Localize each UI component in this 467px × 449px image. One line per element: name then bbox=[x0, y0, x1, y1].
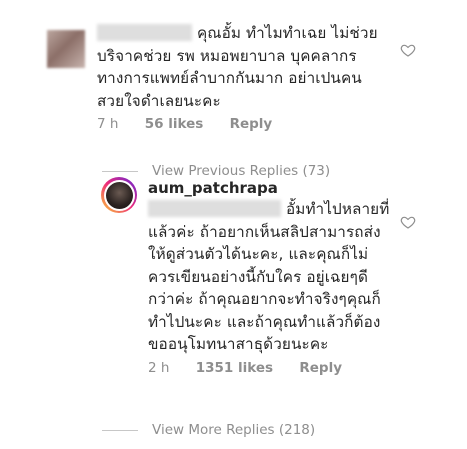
comment-2-line-7: ขออนุโมทนาสาธุด้วยนะคะ bbox=[148, 335, 329, 353]
comment-1-time: 7 h bbox=[97, 116, 119, 132]
comment-1-body: คุณอั้ม ทำไมทำเฉย ไม่ช่วย บริจาคช่วย รพ … bbox=[97, 22, 387, 132]
heart-outline-icon[interactable] bbox=[400, 214, 416, 230]
comment-2-likes[interactable]: 1351 likes bbox=[196, 360, 273, 376]
comment-2-reply-button[interactable]: Reply bbox=[299, 360, 342, 376]
comment-1-line-1: คุณอั้ม ทำไมทำเฉย ไม่ช่วย bbox=[196, 24, 378, 42]
comment-2-line-1: อั้มทำไปหลายที่ bbox=[285, 200, 390, 218]
comment-1-line-3: ทางการแพทย์ลำบากกันมาก อย่าเปนคน bbox=[97, 69, 362, 87]
comment-1-line-4: สวยใจดำเลยนะคะ bbox=[97, 91, 221, 110]
comment-2-line-3: ให้ดูส่วนตัวได้นะคะ, และคุณก็ไม่ bbox=[148, 245, 369, 263]
censored-username bbox=[97, 24, 192, 41]
comment-1-meta: 7 h 56 likes Reply bbox=[97, 116, 387, 132]
heart-outline-icon[interactable] bbox=[400, 42, 416, 58]
avatar-image bbox=[105, 181, 133, 209]
comment-2-line-2: แล้วค่ะ ถ้าอยากเห็นสลิปสามารถส่ง bbox=[148, 222, 381, 241]
comment-2-time: 2 h bbox=[148, 359, 170, 376]
comment-2-line-6: ทำไปนะคะ และถ้าคุณทำแล้วก็ต้อง bbox=[148, 312, 381, 331]
divider-line bbox=[102, 429, 138, 431]
comment-2-line-4: ควรเขียนอย่างนี้กับใคร อยู่เฉยๆดี bbox=[148, 267, 368, 286]
avatar-story-ring[interactable] bbox=[101, 177, 137, 213]
avatar-blurred[interactable] bbox=[47, 30, 85, 68]
comment-2-meta: 2 h 1351 likes Reply bbox=[148, 360, 410, 376]
comment-1-likes[interactable]: 56 likes bbox=[145, 116, 204, 132]
comment-2-username[interactable]: aum_patchrapa bbox=[148, 179, 410, 197]
comment-2-line-5: กว่าค่ะ ถ้าคุณอยากจะทำจริงๆคุณก็ bbox=[148, 290, 381, 308]
comment-1-text: คุณอั้ม ทำไมทำเฉย ไม่ช่วย บริจาคช่วย รพ … bbox=[97, 22, 387, 112]
comment-1-line-2: บริจาคช่วย รพ หมอพยาบาล บุคคลากร bbox=[97, 46, 357, 65]
divider-line bbox=[102, 170, 138, 172]
comment-2-body: aum_patchrapa อั้มทำไปหลายที่ แล้วค่ะ ถ้… bbox=[148, 174, 410, 376]
comment-1-reply-button[interactable]: Reply bbox=[230, 116, 273, 132]
comment-2-text: อั้มทำไปหลายที่ แล้วค่ะ ถ้าอยากเห็นสลิปส… bbox=[148, 198, 410, 356]
censored-mention bbox=[148, 200, 281, 217]
view-more-replies[interactable]: View More Replies (218) bbox=[102, 422, 315, 438]
view-more-replies-label[interactable]: View More Replies (218) bbox=[152, 422, 315, 438]
